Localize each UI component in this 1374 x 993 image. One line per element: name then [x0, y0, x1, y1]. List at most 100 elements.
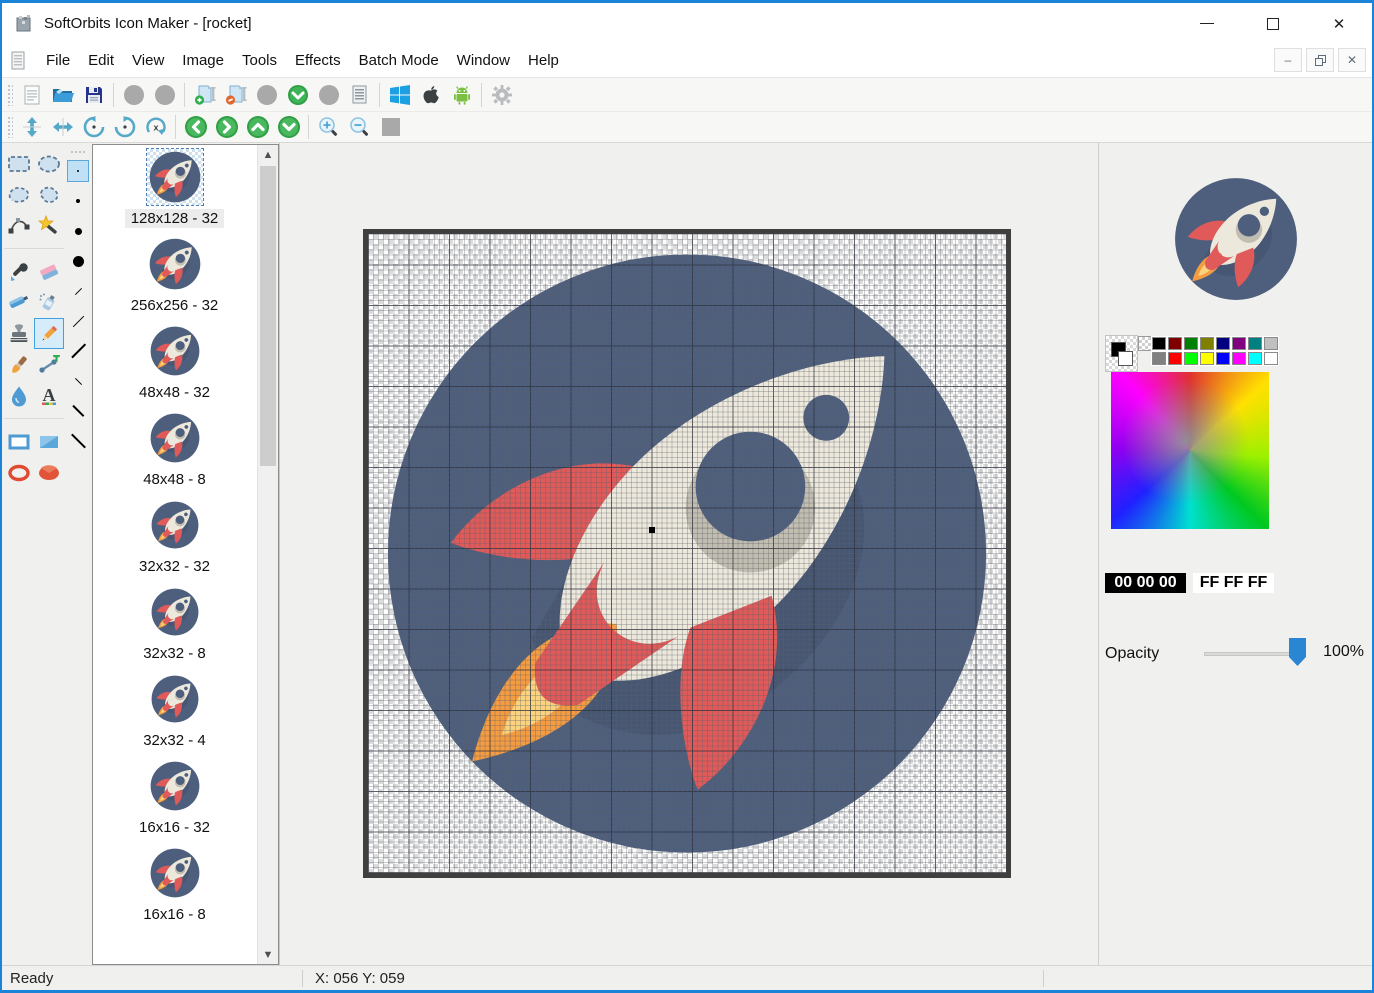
minimize-button[interactable] [1174, 3, 1240, 44]
rectangle-outline-tool[interactable] [4, 426, 34, 457]
actual-size-button[interactable] [375, 114, 406, 140]
maximize-button[interactable] [1240, 3, 1306, 44]
magic-wand-tool[interactable] [34, 210, 64, 241]
eraser-tool[interactable] [34, 256, 64, 287]
mdi-minimize-button[interactable]: – [1274, 48, 1302, 72]
ellipse-outline-tool[interactable] [4, 457, 34, 488]
line-width-4-option[interactable] [67, 370, 89, 392]
list-scrollbar[interactable]: ▲ ▼ [257, 145, 278, 964]
palette-swatch[interactable] [1231, 336, 1247, 351]
zoom-out-button[interactable] [344, 114, 375, 140]
palette-swatch[interactable] [1215, 351, 1231, 366]
editing-canvas[interactable] [363, 229, 1011, 878]
windows-format-button[interactable] [384, 81, 415, 109]
remove-image-button[interactable] [220, 81, 251, 109]
text-tool[interactable]: A [34, 380, 64, 411]
paint-roller-tool[interactable] [4, 287, 34, 318]
export-button[interactable] [282, 81, 313, 109]
palette-swatch[interactable] [1151, 336, 1167, 351]
image-list-button[interactable] [344, 81, 375, 109]
blur-drop-tool[interactable] [4, 380, 34, 411]
rotate-custom-button[interactable]: x [140, 114, 171, 140]
menu-image[interactable]: Image [173, 46, 233, 75]
line-width-2-option[interactable] [67, 310, 89, 332]
shift-right-button[interactable] [211, 114, 242, 140]
shift-down-button[interactable] [273, 114, 304, 140]
line-width-6-option[interactable] [67, 430, 89, 452]
freeform-select-tool[interactable] [34, 179, 64, 210]
stamp-tool[interactable] [4, 318, 34, 349]
palette-swatch[interactable] [1215, 336, 1231, 351]
toolbar-gripper[interactable] [7, 84, 13, 106]
ellipse-filled-tool[interactable] [34, 457, 64, 488]
toolbar-disabled-button-3[interactable] [251, 81, 282, 109]
opacity-slider-track[interactable] [1204, 652, 1296, 656]
android-format-button[interactable] [446, 81, 477, 109]
list-item[interactable]: 128x128 - 32 [93, 149, 256, 236]
palette-swatch[interactable] [1167, 336, 1183, 351]
rect-select-tool[interactable] [4, 148, 34, 179]
color-picker-tool[interactable] [4, 256, 34, 287]
list-item[interactable]: 16x16 - 32 [93, 758, 256, 845]
toolbar-gripper[interactable] [7, 116, 13, 138]
add-image-button[interactable] [189, 81, 220, 109]
menu-batch-mode[interactable]: Batch Mode [350, 46, 448, 75]
settings-button[interactable] [486, 81, 517, 109]
scroll-up-icon[interactable]: ▲ [258, 145, 278, 164]
resize-horizontal-button[interactable] [47, 114, 78, 140]
list-item[interactable]: 32x32 - 8 [93, 584, 256, 671]
mdi-restore-button[interactable] [1306, 48, 1334, 72]
menu-effects[interactable]: Effects [286, 46, 350, 75]
menu-view[interactable]: View [123, 46, 173, 75]
ellipse-select-tool[interactable] [34, 148, 64, 179]
new-button[interactable] [16, 81, 47, 109]
list-item[interactable]: 48x48 - 8 [93, 410, 256, 497]
palette-swatch[interactable] [1183, 336, 1199, 351]
menu-file[interactable]: File [37, 46, 79, 75]
list-item[interactable]: 48x48 - 32 [93, 323, 256, 410]
save-button[interactable] [78, 81, 109, 109]
list-item[interactable]: 32x32 - 4 [93, 671, 256, 758]
palette-swatch[interactable] [1199, 351, 1215, 366]
resize-vertical-button[interactable] [16, 114, 47, 140]
menu-window[interactable]: Window [448, 46, 519, 75]
scrollbar-thumb[interactable] [260, 166, 276, 466]
list-item[interactable]: 32x32 - 32 [93, 497, 256, 584]
palette-swatch[interactable] [1231, 351, 1247, 366]
redo-button-disabled[interactable] [149, 81, 180, 109]
background-color-swatch[interactable] [1118, 351, 1133, 366]
palette-swatch[interactable] [1199, 336, 1215, 351]
zoom-in-button[interactable] [313, 114, 344, 140]
size-2-option[interactable] [67, 190, 89, 212]
line-width-3-option[interactable] [67, 340, 89, 362]
scroll-down-icon[interactable]: ▼ [258, 945, 278, 964]
lasso-select-tool[interactable] [4, 179, 34, 210]
undo-button-disabled[interactable] [118, 81, 149, 109]
palette-swatch[interactable] [1183, 351, 1199, 366]
rotate-left-button[interactable] [78, 114, 109, 140]
palette-swatch[interactable] [1167, 351, 1183, 366]
palette-swatch[interactable] [1247, 336, 1263, 351]
close-button[interactable]: ✕ [1306, 3, 1372, 44]
spray-can-tool[interactable] [34, 287, 64, 318]
list-item[interactable]: 16x16 - 8 [93, 845, 256, 932]
mdi-close-button[interactable]: ✕ [1338, 48, 1366, 72]
gradient-color-picker[interactable] [1111, 372, 1269, 529]
menu-edit[interactable]: Edit [79, 46, 123, 75]
brush-tool[interactable] [4, 349, 34, 380]
pencil-tool[interactable] [34, 318, 64, 349]
palette-swatch[interactable] [1151, 351, 1167, 366]
open-button[interactable] [47, 81, 78, 109]
shift-up-button[interactable] [242, 114, 273, 140]
menu-help[interactable]: Help [519, 46, 568, 75]
rotate-right-button[interactable] [109, 114, 140, 140]
curve-tool[interactable] [4, 210, 34, 241]
shift-left-button[interactable] [180, 114, 211, 140]
palette-swatch[interactable] [1247, 351, 1263, 366]
line-width-1-option[interactable] [67, 280, 89, 302]
opacity-slider-thumb[interactable] [1289, 638, 1306, 666]
apple-format-button[interactable] [415, 81, 446, 109]
palette-swatch[interactable] [1263, 336, 1279, 351]
size-1-option[interactable] [67, 160, 89, 182]
line-width-5-option[interactable] [67, 400, 89, 422]
